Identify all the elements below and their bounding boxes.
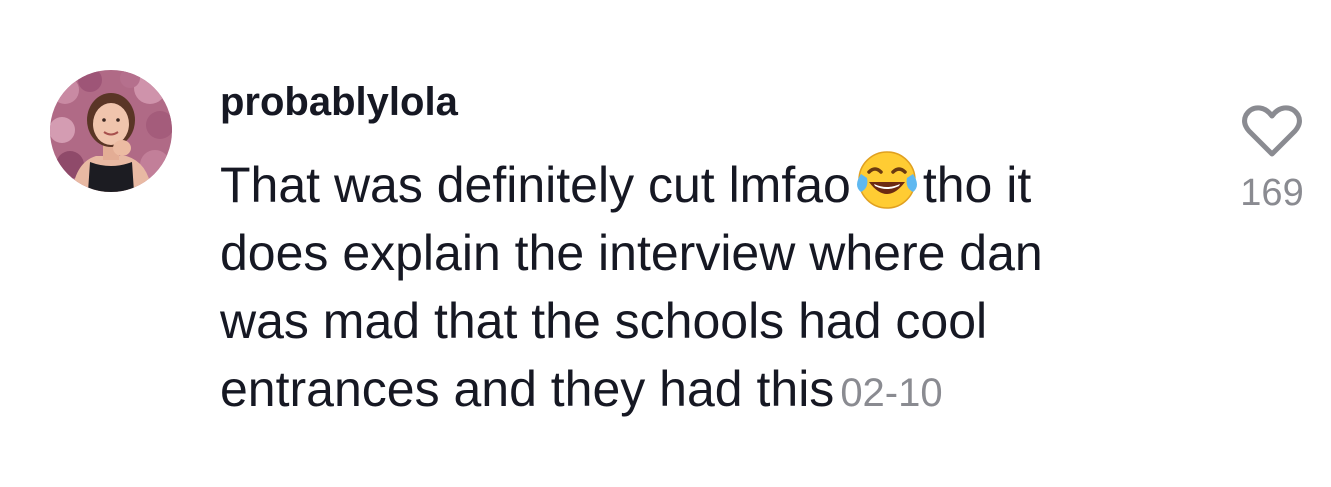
like-section: 169 [1232,104,1312,215]
comment-date: 02-10 [840,371,943,415]
comment-username[interactable]: probablylola [220,80,458,125]
face-with-tears-of-joy-icon [855,148,919,212]
comment-line-3: was mad that the schools had cool [220,293,988,349]
comment-text-part: That was definitely cut lmfao [220,157,851,213]
like-count: 169 [1240,172,1304,214]
comment-text: That was definitely cut lmfao tho it doe… [220,148,1190,427]
user-avatar[interactable] [50,70,172,192]
comment-item: probablylola That was definitely cut lmf… [0,0,1331,487]
comment-line-4: entrances and they had this 02-10 [220,355,1190,427]
comment-line-1: That was definitely cut lmfao tho it [220,148,1190,219]
comment-text-part: tho it [922,157,1032,213]
comment-text-part: entrances and they had this [220,361,835,417]
comment-line-2: does explain the interview where dan [220,225,1043,281]
heart-outline-icon[interactable] [1241,104,1303,160]
